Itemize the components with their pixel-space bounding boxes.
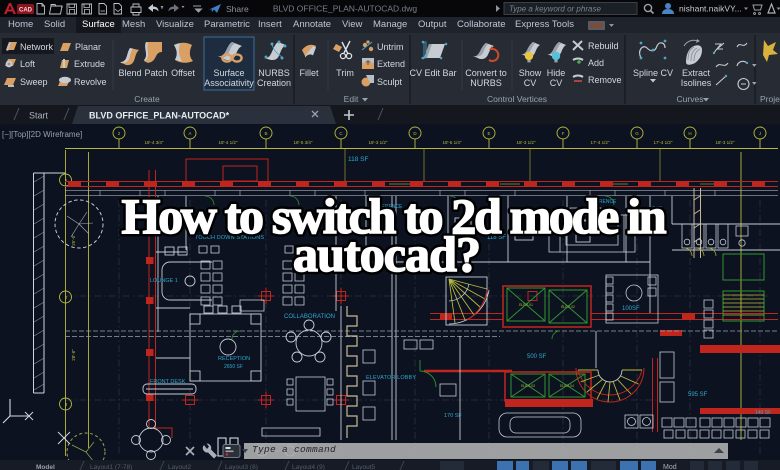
svg-text:Remove: Remove xyxy=(588,75,622,85)
svg-text:Layout3 (8): Layout3 (8) xyxy=(225,464,258,470)
svg-text:18'-3 1/2": 18'-3 1/2" xyxy=(369,140,388,145)
svg-text:Trim: Trim xyxy=(336,68,354,78)
svg-text:2650 SF: 2650 SF xyxy=(224,364,243,370)
svg-text:Create: Create xyxy=(134,94,160,104)
svg-text:17'-4 1/2": 17'-4 1/2" xyxy=(591,140,610,145)
svg-text:B: B xyxy=(264,131,267,136)
svg-text:17'-4 1/2": 17'-4 1/2" xyxy=(654,140,673,145)
svg-text:100SF: 100SF xyxy=(622,306,640,312)
svg-text:Extract: Extract xyxy=(682,68,711,78)
svg-text:Layout5: Layout5 xyxy=(352,464,376,470)
svg-text:Loft: Loft xyxy=(20,59,36,69)
svg-text:COLLABORATION: COLLABORATION xyxy=(284,314,335,320)
svg-text:Sculpt: Sculpt xyxy=(377,77,403,87)
svg-text:Planar: Planar xyxy=(75,42,101,52)
svg-text:BLVD OFFICE_PLAN-AUTOCAD.dwg: BLVD OFFICE_PLAN-AUTOCAD.dwg xyxy=(273,4,417,14)
svg-text:J: J xyxy=(759,131,761,136)
svg-text:3: 3 xyxy=(65,402,68,407)
svg-text:NURBS: NURBS xyxy=(258,68,290,78)
svg-text:[−][Top][2D Wireframe]: [−][Top][2D Wireframe] xyxy=(2,130,82,139)
svg-text:D: D xyxy=(413,131,417,136)
svg-text:CV: CV xyxy=(524,78,537,88)
svg-text:595 SF: 595 SF xyxy=(688,392,708,398)
svg-text:Curves: Curves xyxy=(677,94,704,104)
svg-text:Revolve: Revolve xyxy=(74,77,107,87)
svg-text:2: 2 xyxy=(118,131,121,136)
svg-text:Associativity: Associativity xyxy=(204,78,254,88)
svg-text:Extrude: Extrude xyxy=(74,59,105,69)
svg-text:Layout4 (9): Layout4 (9) xyxy=(292,464,325,470)
svg-text:Start: Start xyxy=(29,111,49,121)
svg-text:CAD: CAD xyxy=(19,8,33,14)
svg-text:Proje: Proje xyxy=(760,94,780,104)
svg-text:18'-4 3/4": 18'-4 3/4" xyxy=(145,140,164,145)
svg-text:18'-3 1/2": 18'-3 1/2" xyxy=(517,140,536,145)
svg-text:Surface: Surface xyxy=(213,68,244,78)
svg-text:LOUNGE 1: LOUNGE 1 xyxy=(150,278,178,284)
svg-text:140 SF: 140 SF xyxy=(755,410,771,416)
svg-text:Model: Model xyxy=(36,464,55,470)
svg-text:autocad?: autocad? xyxy=(293,226,481,282)
svg-text:18'-5 1/4": 18'-5 1/4" xyxy=(443,140,462,145)
svg-text:ELEV-03: ELEV-03 xyxy=(521,384,535,388)
svg-text:Untrim: Untrim xyxy=(377,42,404,52)
svg-text:Edit: Edit xyxy=(344,94,359,104)
svg-text:F: F xyxy=(562,131,565,136)
svg-text:Layout2: Layout2 xyxy=(168,464,192,470)
svg-text:Type a keyword or phrase: Type a keyword or phrase xyxy=(509,5,601,14)
svg-text:Convert to: Convert to xyxy=(465,68,507,78)
svg-text:Control Vertices: Control Vertices xyxy=(487,94,547,104)
svg-text:CV: CV xyxy=(550,78,563,88)
svg-text:Layout1 (7-78): Layout1 (7-78) xyxy=(90,464,132,470)
svg-text:Mod: Mod xyxy=(663,464,677,470)
svg-text:Offset: Offset xyxy=(171,68,195,78)
svg-text:Network: Network xyxy=(20,42,54,52)
svg-text:NURBS: NURBS xyxy=(470,78,502,88)
svg-text:170 SF: 170 SF xyxy=(444,413,462,419)
svg-text:nishant.naikVY...: nishant.naikVY... xyxy=(679,4,742,14)
svg-text:Add: Add xyxy=(588,58,604,68)
svg-text:Rebuild: Rebuild xyxy=(588,41,619,51)
svg-text:Blend: Blend xyxy=(118,68,141,78)
svg-text:A: A xyxy=(188,131,191,136)
svg-text:18'-4 1/2": 18'-4 1/2" xyxy=(219,140,238,145)
svg-text:28'-8": 28'-8" xyxy=(71,349,76,361)
svg-text:6: 6 xyxy=(65,178,68,183)
svg-text:18'-5 3/4": 18'-5 3/4" xyxy=(294,140,313,145)
svg-text:ELEVATOR LOBBY: ELEVATOR LOBBY xyxy=(366,375,416,381)
svg-text:500 SF: 500 SF xyxy=(527,354,547,360)
svg-text:Hide: Hide xyxy=(547,68,566,78)
svg-text:Sweep: Sweep xyxy=(20,77,48,87)
svg-text:ELEV-01: ELEV-01 xyxy=(519,303,533,307)
svg-text:Share: Share xyxy=(226,4,249,14)
svg-text:Patch: Patch xyxy=(144,68,167,78)
svg-text:CV Edit Bar: CV Edit Bar xyxy=(409,68,456,78)
svg-text:ELEV-02: ELEV-02 xyxy=(561,305,575,309)
svg-text:FRONT DESK: FRONT DESK xyxy=(150,379,186,385)
svg-text:Isolines: Isolines xyxy=(681,78,712,88)
svg-text:Creation: Creation xyxy=(257,78,291,88)
svg-text:Extend: Extend xyxy=(377,59,405,69)
svg-text:C: C xyxy=(339,131,343,136)
svg-text:18'-3 1/2": 18'-3 1/2" xyxy=(716,140,735,145)
svg-text:118 SF: 118 SF xyxy=(348,156,369,163)
svg-text:E: E xyxy=(487,131,490,136)
svg-text:Show: Show xyxy=(519,68,542,78)
svg-text:Spline CV: Spline CV xyxy=(633,68,673,78)
svg-text:ELEV-04: ELEV-04 xyxy=(560,384,574,388)
svg-text:BLVD OFFICE_PLAN-AUTOCAD*: BLVD OFFICE_PLAN-AUTOCAD* xyxy=(89,111,230,121)
svg-text:G: G xyxy=(635,131,639,136)
svg-text:Fillet: Fillet xyxy=(299,68,319,78)
svg-text:H: H xyxy=(688,131,691,136)
svg-text:RECEPTION: RECEPTION xyxy=(218,356,250,362)
